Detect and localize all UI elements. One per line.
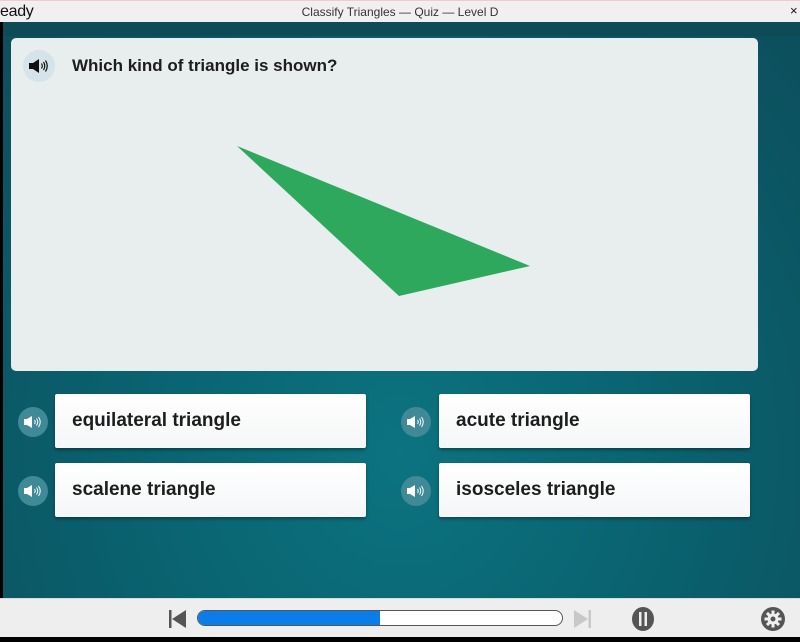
skip-forward-icon[interactable] (572, 609, 592, 629)
answer-audio-button[interactable] (18, 407, 48, 437)
stage-header-strip (3, 22, 800, 36)
answer-option-isosceles[interactable]: isosceles triangle (439, 463, 750, 517)
answer-option-equilateral[interactable]: equilateral triangle (55, 394, 366, 448)
speaker-icon (24, 416, 41, 428)
progress-bar[interactable] (197, 610, 563, 626)
answer-label: acute triangle (456, 410, 580, 431)
triangle-figure (237, 146, 530, 296)
answer-audio-button[interactable] (18, 476, 48, 506)
close-icon[interactable]: × (790, 3, 800, 18)
answer-option-scalene[interactable]: scalene triangle (55, 463, 366, 517)
window-title: Classify Triangles — Quiz — Level D (301, 5, 499, 19)
gear-icon[interactable] (760, 606, 786, 632)
speaker-icon (407, 416, 424, 428)
playback-controls (0, 598, 800, 637)
answer-audio-button[interactable] (401, 407, 431, 437)
answer-label: isosceles triangle (456, 479, 616, 500)
skip-back-icon[interactable] (168, 609, 188, 629)
answer-label: scalene triangle (72, 479, 216, 500)
question-card: Which kind of triangle is shown? (11, 38, 758, 371)
pause-icon[interactable] (630, 606, 656, 632)
green-triangle (237, 146, 530, 296)
answer-audio-button[interactable] (401, 476, 431, 506)
answer-option-acute[interactable]: acute triangle (439, 394, 750, 448)
window-titlebar: eady Classify Triangles — Quiz — Level D… (0, 0, 800, 22)
speaker-icon (407, 485, 424, 497)
quiz-stage: Which kind of triangle is shown? equilat… (3, 22, 800, 598)
speaker-icon (24, 485, 41, 497)
answer-label: equilateral triangle (72, 410, 241, 431)
progress-fill (198, 611, 380, 625)
